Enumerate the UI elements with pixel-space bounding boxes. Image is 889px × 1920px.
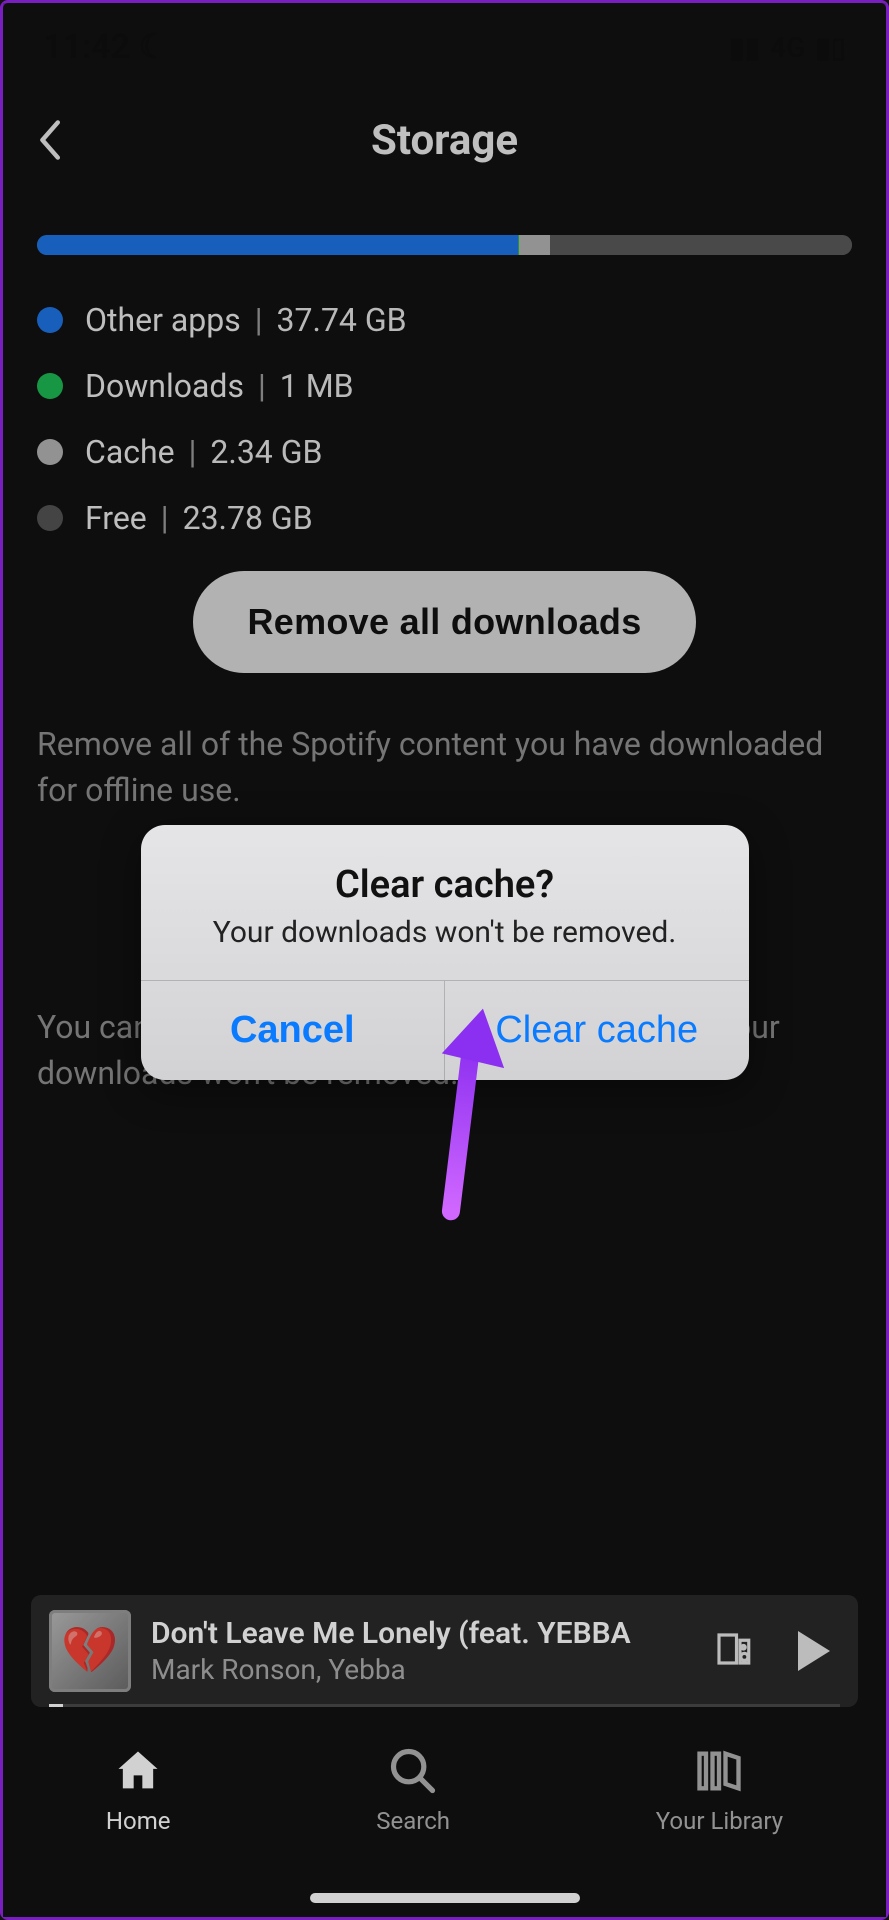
- now-playing-progress: [49, 1704, 63, 1707]
- legend-text: Other apps|37.74 GB: [85, 301, 407, 339]
- back-button[interactable]: [27, 118, 71, 162]
- status-bar: 11:42 ☾ ▮▮ 4G ▮▯: [3, 3, 886, 73]
- battery-icon: ▮▯: [815, 31, 846, 64]
- page-header: Storage: [3, 85, 886, 195]
- nav-search[interactable]: Search: [376, 1745, 450, 1835]
- remove-all-downloads-button[interactable]: Remove all downloads: [193, 571, 695, 673]
- legend-dot: [37, 373, 63, 399]
- nav-library-label: Your Library: [656, 1807, 783, 1835]
- now-playing-bar[interactable]: 💔 Don't Leave Me Lonely (feat. YEBBA Mar…: [31, 1595, 858, 1707]
- legend-text: Downloads|1 MB: [85, 367, 354, 405]
- legend-label: Cache: [85, 433, 175, 471]
- storage-segment: [550, 235, 852, 255]
- home-icon: [112, 1745, 164, 1797]
- legend-dot: [37, 505, 63, 531]
- storage-bar: [37, 235, 852, 255]
- now-playing-track: [49, 1704, 840, 1707]
- nav-search-label: Search: [376, 1807, 450, 1835]
- connect-device-icon[interactable]: [712, 1628, 754, 1674]
- nav-home-label: Home: [106, 1807, 171, 1835]
- legend-label: Downloads: [85, 367, 244, 405]
- storage-segment: [519, 235, 550, 255]
- play-button[interactable]: [798, 1631, 830, 1671]
- status-time: 11:42 ☾: [43, 27, 169, 67]
- search-icon: [387, 1745, 439, 1797]
- chevron-left-icon: [35, 118, 63, 162]
- nav-library[interactable]: Your Library: [656, 1745, 783, 1835]
- storage-legend: Other apps|37.74 GB Downloads|1 MB Cache|2…: [37, 301, 852, 537]
- album-art: 💔: [49, 1610, 131, 1692]
- cancel-button[interactable]: Cancel: [141, 981, 445, 1080]
- clear-cache-dialog: Clear cache? Your downloads won't be rem…: [141, 825, 749, 1080]
- network-label: 4G: [770, 31, 805, 64]
- legend-value: 2.34 GB: [210, 433, 322, 471]
- status-right: ▮▮ 4G ▮▯: [729, 31, 846, 64]
- dialog-title: Clear cache?: [169, 863, 721, 907]
- page-title: Storage: [371, 116, 518, 165]
- remove-downloads-description: Remove all of the Spotify content you ha…: [37, 721, 852, 814]
- legend-value: 1 MB: [280, 367, 354, 405]
- dialog-message: Your downloads won't be removed.: [169, 915, 721, 950]
- legend-text: Cache|2.34 GB: [85, 433, 322, 471]
- legend-label: Free: [85, 499, 147, 537]
- signal-icon: ▮▮: [729, 31, 760, 64]
- legend-value: 37.74 GB: [277, 301, 407, 339]
- legend-text: Free|23.78 GB: [85, 499, 313, 537]
- now-playing-title: Don't Leave Me Lonely (feat. YEBBA: [151, 1616, 692, 1651]
- moon-icon: ☾: [138, 27, 168, 67]
- now-playing-artist: Mark Ronson, Yebba: [151, 1653, 692, 1686]
- storage-segment: [37, 235, 518, 255]
- legend-value: 23.78 GB: [183, 499, 313, 537]
- legend-row: Other apps|37.74 GB: [37, 301, 852, 339]
- legend-label: Other apps: [85, 301, 241, 339]
- legend-row: Free|23.78 GB: [37, 499, 852, 537]
- nav-home[interactable]: Home: [106, 1745, 171, 1835]
- legend-row: Downloads|1 MB: [37, 367, 852, 405]
- clear-cache-button[interactable]: Clear cache: [444, 981, 749, 1080]
- legend-dot: [37, 307, 63, 333]
- bottom-nav: Home Search Your Library: [3, 1717, 886, 1917]
- legend-dot: [37, 439, 63, 465]
- library-icon: [693, 1745, 745, 1797]
- home-indicator: [310, 1893, 580, 1903]
- legend-row: Cache|2.34 GB: [37, 433, 852, 471]
